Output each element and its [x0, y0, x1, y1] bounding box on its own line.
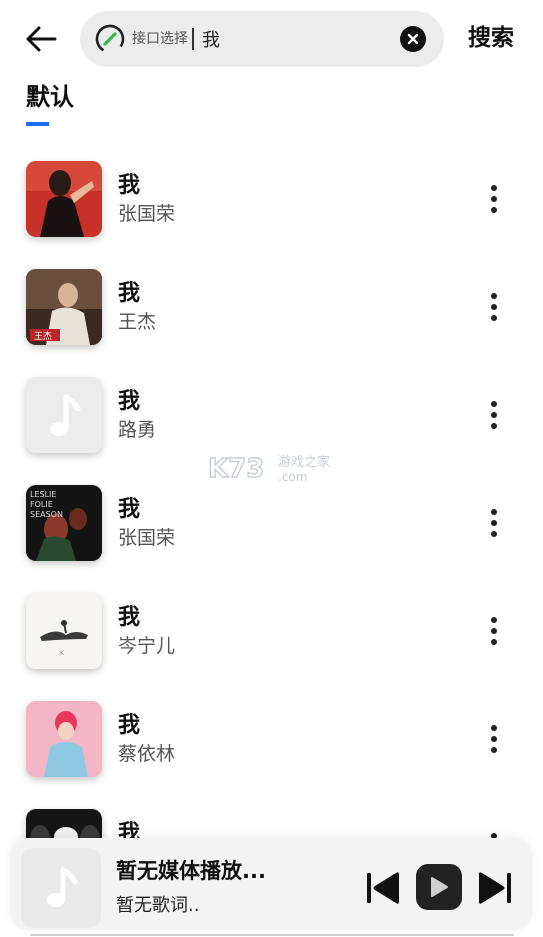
play-button[interactable]: [416, 864, 462, 910]
song-artist: 王杰: [118, 311, 157, 333]
more-options-button[interactable]: [482, 723, 506, 755]
song-title: 我: [118, 605, 141, 630]
more-vertical-icon: [491, 509, 497, 515]
song-artist: 张国荣: [118, 527, 176, 549]
song-artist: 岑宁儿: [118, 635, 176, 657]
song-list[interactable]: 我 张国荣 王杰 我 王杰 我 路勇 LESLIE FOLIE SEASON 我…: [0, 145, 543, 838]
song-title: 我: [118, 497, 141, 522]
close-icon: [407, 33, 419, 45]
more-options-button[interactable]: [482, 615, 506, 647]
song-row[interactable]: 我 路勇: [0, 361, 543, 469]
svg-text:LESLIE: LESLIE: [30, 490, 56, 499]
more-vertical-icon: [491, 185, 497, 191]
arrow-left-icon: [26, 26, 57, 52]
link-icon[interactable]: [94, 23, 126, 55]
more-options-button[interactable]: [482, 399, 506, 431]
play-icon: [431, 877, 448, 897]
header: 接口选择 搜索: [0, 0, 543, 78]
song-title: 我: [118, 173, 141, 198]
song-title: 我: [118, 389, 141, 414]
more-vertical-icon: [491, 725, 497, 731]
song-title: 我: [118, 821, 141, 838]
music-note-icon: [26, 377, 102, 453]
svg-text:王杰: 王杰: [34, 330, 52, 342]
mini-player[interactable]: 暂无媒体播放... 暂无歌词..: [10, 838, 532, 930]
song-row[interactable]: LESLIE FOLIE SEASON 我 张国荣: [0, 469, 543, 577]
search-divider: [192, 28, 194, 50]
tab-indicator: [26, 122, 49, 126]
song-artist: 蔡依林: [118, 743, 176, 765]
more-options-button[interactable]: [482, 291, 506, 323]
song-artist: 路勇: [118, 419, 157, 441]
album-cover: [26, 809, 102, 838]
song-row[interactable]: 我 张国荣: [0, 145, 543, 253]
album-cover: 王杰: [26, 269, 102, 345]
player-cover[interactable]: [21, 848, 101, 928]
album-cover: [26, 161, 102, 237]
song-title: 我: [118, 281, 141, 306]
svg-text:FOLIE: FOLIE: [30, 500, 53, 509]
more-options-button[interactable]: [482, 183, 506, 215]
clear-search-button[interactable]: [400, 26, 426, 52]
album-cover: [26, 377, 102, 453]
more-vertical-icon: [491, 293, 497, 299]
album-cover: [26, 701, 102, 777]
song-title: 我: [118, 713, 141, 738]
player-title: 暂无媒体播放...: [116, 859, 266, 883]
player-lyrics: 暂无歌词..: [116, 895, 200, 916]
skip-previous-icon[interactable]: [365, 870, 403, 906]
album-cover: K: [26, 593, 102, 669]
tab-default[interactable]: 默认: [26, 80, 74, 114]
api-select-label[interactable]: 接口选择: [132, 29, 188, 49]
more-options-button[interactable]: [482, 831, 506, 838]
song-artist: 张国荣: [118, 203, 176, 225]
song-row[interactable]: K 我 岑宁儿: [0, 577, 543, 685]
more-vertical-icon: [491, 617, 497, 623]
song-row[interactable]: 我: [0, 793, 543, 838]
search-button[interactable]: 搜索: [468, 22, 514, 54]
song-row[interactable]: 王杰 我 王杰: [0, 253, 543, 361]
album-cover: LESLIE FOLIE SEASON: [26, 485, 102, 561]
music-note-icon: [47, 867, 78, 907]
home-indicator: [30, 934, 514, 936]
song-row[interactable]: 我 蔡依林: [0, 685, 543, 793]
svg-text:SEASON: SEASON: [30, 510, 63, 519]
more-vertical-icon: [491, 401, 497, 407]
search-input[interactable]: [202, 24, 392, 54]
search-bar[interactable]: 接口选择: [80, 11, 444, 67]
more-options-button[interactable]: [482, 507, 506, 539]
skip-next-icon[interactable]: [475, 870, 513, 906]
back-button[interactable]: [22, 20, 60, 58]
